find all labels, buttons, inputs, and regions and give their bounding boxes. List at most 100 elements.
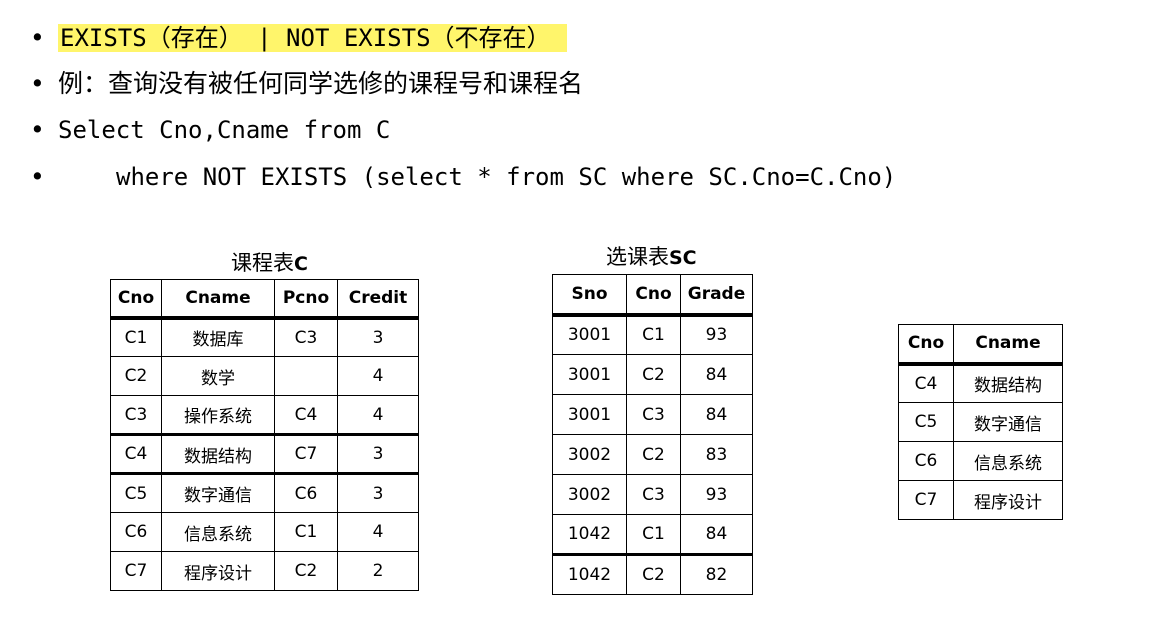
table-cell: 93 [680, 314, 753, 355]
table-row: 3001 C2 84 [552, 354, 753, 395]
table-cell: C7 [110, 551, 162, 591]
table-row: C4 数据结构 C7 3 [110, 433, 419, 474]
table-cell: 数学 [161, 356, 275, 396]
table-cell: C4 [110, 433, 162, 474]
table-cell: 4 [337, 356, 419, 396]
table-row: C2 数学 4 [110, 356, 419, 396]
table-cell: C2 [274, 551, 338, 591]
bullet-example: • 例：查询没有被任何同学选修的课程号和课程名 [30, 68, 583, 100]
table-cell: C6 [110, 512, 162, 552]
table-cell: 数据库 [161, 317, 275, 357]
table-row: 3002 C3 93 [552, 474, 753, 515]
table-cell: C1 [110, 317, 162, 357]
table-row: 3002 C2 83 [552, 434, 753, 475]
header-cname: Cname [161, 279, 275, 320]
table-cell: C5 [898, 402, 954, 442]
table-cell: C3 [626, 474, 681, 515]
table-cell: 4 [337, 512, 419, 552]
bullet-dot: • [30, 115, 45, 144]
table-cell: C2 [626, 354, 681, 395]
table-cell: 83 [680, 434, 753, 475]
table-cell: C6 [898, 441, 954, 481]
table-cell: 程序设计 [953, 480, 1063, 520]
table-cell: C1 [626, 514, 681, 555]
sc-table-caption: 选课表SC [606, 245, 697, 269]
table-cell: C2 [626, 553, 681, 595]
table-cell: 数字通信 [953, 402, 1063, 442]
header-cno: Cno [110, 279, 162, 320]
table-row: C7 程序设计 [898, 480, 1063, 520]
table-cell: C1 [626, 314, 681, 355]
table-row: 1042 C1 84 [552, 514, 753, 555]
sc-table: Sno Cno Grade 3001 C1 93 3001 C2 84 3001 C3 84 3002… [552, 274, 753, 595]
table-cell: C2 [626, 434, 681, 475]
table-row: C5 数字通信 [898, 402, 1063, 442]
table-cell: 操作系统 [161, 395, 275, 435]
table-cell: 3001 [552, 314, 627, 355]
table-cell: C3 [274, 317, 338, 357]
table-row: C6 信息系统 [898, 441, 1063, 481]
table-cell: 数据结构 [953, 363, 1063, 403]
table-cell: C3 [110, 395, 162, 435]
table-row: C6 信息系统 C1 4 [110, 512, 419, 552]
table-cell: 3001 [552, 394, 627, 435]
header-cno: Cno [898, 324, 954, 366]
table-cell: C5 [110, 472, 162, 513]
table-cell: 2 [337, 551, 419, 591]
table-cell: 4 [337, 395, 419, 435]
sql-select-line: Select Cno,Cname from C [58, 116, 391, 144]
result-table: Cno Cname C4 数据结构 C5 数字通信 C6 信息系统 C7 程序设计 [898, 324, 1063, 520]
table-row: C3 操作系统 C4 4 [110, 395, 419, 435]
header-pcno: Pcno [274, 279, 338, 320]
table-row: 3001 C1 93 [552, 314, 753, 355]
table-cell: 程序设计 [161, 551, 275, 591]
table-cell: 数据结构 [161, 433, 275, 474]
table-cell: 信息系统 [953, 441, 1063, 481]
table-row: C4 数据结构 [898, 363, 1063, 403]
header-cname: Cname [953, 324, 1063, 366]
table-cell: 3 [337, 317, 419, 357]
header-credit: Credit [337, 279, 419, 320]
table-cell: 84 [680, 514, 753, 555]
table-cell: 信息系统 [161, 512, 275, 552]
table-cell: C7 [274, 433, 338, 474]
bullet-exists: • EXISTS（存在） | NOT EXISTS（不存在） [30, 22, 567, 54]
course-table-caption: 课程表C [231, 251, 308, 275]
sql-where-line: where NOT EXISTS (select * from SC where… [116, 163, 897, 191]
table-row: 1042 C2 82 [552, 553, 753, 595]
table-cell: 3 [337, 472, 419, 513]
table-cell: 数字通信 [161, 472, 275, 513]
table-cell [274, 356, 338, 396]
table-cell: 93 [680, 474, 753, 515]
table-cell: 1042 [552, 553, 627, 595]
table-cell: C2 [110, 356, 162, 396]
bullet-select: • Select Cno,Cname from C [30, 114, 390, 146]
table-cell: 84 [680, 394, 753, 435]
table-cell: 82 [680, 553, 753, 595]
table-cell: C7 [898, 480, 954, 520]
table-row: C7 程序设计 C2 2 [110, 551, 419, 591]
bullet-where: • where NOT EXISTS (select * from SC wher… [30, 161, 896, 193]
header-grade: Grade [680, 274, 753, 317]
bullet-dot: • [30, 162, 45, 191]
table-row: C1 数据库 C3 3 [110, 317, 419, 357]
table-cell: C1 [274, 512, 338, 552]
header-sno: Sno [552, 274, 627, 317]
table-row: C5 数字通信 C6 3 [110, 472, 419, 513]
table-cell: 84 [680, 354, 753, 395]
table-cell: C6 [274, 472, 338, 513]
table-cell: C4 [898, 363, 954, 403]
table-cell: C3 [626, 394, 681, 435]
course-table: Cno Cname Pcno Credit C1 数据库 C3 3 C2 数学 4 C3 操作系统 C4… [110, 279, 419, 591]
example-text: 例：查询没有被任何同学选修的课程号和课程名 [58, 69, 584, 98]
bullet-dot: • [30, 23, 45, 52]
table-cell: 1042 [552, 514, 627, 555]
header-cno: Cno [626, 274, 681, 317]
table-cell: 3002 [552, 474, 627, 515]
table-cell: 3 [337, 433, 419, 474]
bullet-dot: • [30, 69, 45, 98]
table-cell: C4 [274, 395, 338, 435]
table-cell: 3001 [552, 354, 627, 395]
exists-heading: EXISTS（存在） | NOT EXISTS（不存在） [58, 24, 567, 52]
table-row: 3001 C3 84 [552, 394, 753, 435]
